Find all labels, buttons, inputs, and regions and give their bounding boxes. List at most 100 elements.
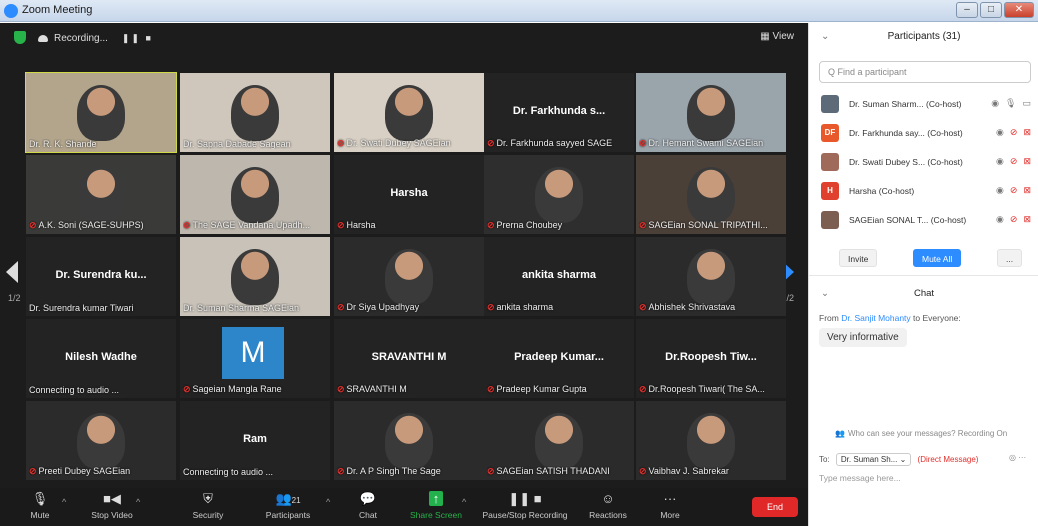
participant-more-button[interactable]: ...: [997, 249, 1023, 267]
mute-all-button[interactable]: Mute All: [913, 249, 962, 267]
close-button[interactable]: ✕: [1004, 2, 1034, 18]
participant-row[interactable]: SAGEian SONAL T... (Co-host) ◉ ⊘ ⊠: [809, 207, 1038, 236]
tile-caption: Dr. R. K. Shande: [29, 139, 173, 149]
participant-actions: Invite Mute All ...: [809, 249, 1038, 269]
collapse-chevron-icon[interactable]: ⌄: [821, 31, 829, 42]
mute-button[interactable]: 🎙 Mute: [10, 491, 70, 520]
reactions-label: Reactions: [589, 510, 627, 520]
tile-caption: ⊘ Dr. Swati Dubey SAGEian: [337, 138, 481, 149]
participants-header: ⌄ Participants (31): [809, 31, 1038, 42]
video-tile[interactable]: ⊘ Preeti Dubey SAGEian: [26, 401, 176, 480]
chat-button[interactable]: 💬 Chat: [338, 491, 398, 520]
participant-status-icons: ◉ ⊘ ⊠: [996, 156, 1031, 167]
video-tile[interactable]: ⊘ Dr. Swati Dubey SAGEian: [334, 73, 484, 152]
chat-collapse-chevron-icon[interactable]: ⌄: [821, 288, 829, 299]
video-camera-icon: ■◀: [103, 491, 121, 506]
maximize-button[interactable]: □: [980, 2, 1002, 18]
tile-name-label: Dr. R. K. Shande: [29, 139, 97, 149]
encryption-shield-icon[interactable]: [14, 31, 26, 44]
video-tile[interactable]: M ⊘ Sageian Mangla Rane: [180, 319, 330, 398]
end-meeting-button[interactable]: End: [752, 497, 798, 517]
tile-caption: ⊘ ankita sharma: [487, 302, 631, 313]
video-tile[interactable]: Ram Connecting to audio ...: [180, 401, 330, 480]
invite-button[interactable]: Invite: [839, 249, 878, 267]
participant-row[interactable]: H Harsha (Co-host) ◉ ⊘ ⊠: [809, 178, 1038, 207]
video-tile[interactable]: SRAVANTHI M ⊘ SRAVANTHI M: [334, 319, 484, 398]
video-tile[interactable]: ⊘ Dr. Hemant Swami SAGEian: [636, 73, 786, 152]
video-tile[interactable]: Nilesh Wadhe Connecting to audio ...: [26, 319, 176, 398]
tile-display-name: Pradeep Kumar...: [514, 351, 604, 363]
window-title: Zoom Meeting: [22, 4, 93, 16]
participant-figure: [77, 85, 125, 141]
video-tile[interactable]: ankita sharma ⊘ ankita sharma: [484, 237, 634, 316]
participants-icon: 👥21: [275, 491, 301, 506]
participant-status-icons: ◉ ⊘ ⊠: [996, 185, 1031, 196]
share-screen-button[interactable]: ↑ Share Screen: [406, 491, 466, 520]
recipient-value: Dr. Suman Sh...: [840, 455, 898, 464]
muted-microphone-icon: ⊘: [1009, 214, 1018, 224]
video-options-caret-icon[interactable]: ^: [136, 497, 140, 507]
pause-stop-recording-button[interactable]: ❚❚ ■ Pause/Stop Recording: [480, 491, 570, 520]
video-tile[interactable]: ⊘ Abhishek Shrivastava: [636, 237, 786, 316]
chat-message-sender: From Dr. Sanjit Mohanty to Everyone:: [819, 313, 961, 323]
chat-message-input[interactable]: Type message here...: [819, 473, 901, 483]
video-tile[interactable]: Dr. Suman Sharma SAGEian: [180, 237, 330, 316]
more-button[interactable]: ··· More: [640, 491, 700, 520]
video-tile[interactable]: ⊘ Dr. A P Singh The Sage: [334, 401, 484, 480]
tile-name-label: Pradeep Kumar Gupta: [496, 384, 587, 394]
video-tile[interactable]: ⊘ A.K. Soni (SAGE-SUHPS): [26, 155, 176, 234]
meeting-toolbar: 🎙 Mute ^ ■◀ Stop Video ^ ⛨ Security 👥21 …: [0, 488, 808, 526]
video-tile[interactable]: Pradeep Kumar... ⊘ Pradeep Kumar Gupta: [484, 319, 634, 398]
stop-video-button[interactable]: ■◀ Stop Video: [82, 491, 142, 520]
previous-page-arrow-icon[interactable]: [6, 261, 18, 283]
share-options-caret-icon[interactable]: ^: [462, 497, 466, 507]
participant-figure: [77, 413, 125, 469]
minimize-button[interactable]: –: [956, 2, 978, 18]
tile-name-label: The SAGE Vandana Upadh...: [192, 220, 310, 230]
participant-row[interactable]: Dr. Swati Dubey S... (Co-host) ◉ ⊘ ⊠: [809, 149, 1038, 178]
video-tile[interactable]: ⊘ Dr Siya Upadhyay: [334, 237, 484, 316]
pause-stop-label: Pause/Stop Recording: [482, 510, 568, 520]
muted-microphone-icon: ⊘: [337, 466, 345, 476]
video-tile[interactable]: ⊘ SAGEian SATISH THADANI: [484, 401, 634, 480]
video-tile[interactable]: ⊘ Vaibhav J. Sabrekar: [636, 401, 786, 480]
video-tile[interactable]: Harsha ⊘ Harsha: [334, 155, 484, 234]
video-tile[interactable]: Dr. Sapna Dabade Sagean: [180, 73, 330, 152]
chat-message: Very informative: [819, 328, 907, 347]
muted-microphone-icon: ⊘: [1009, 185, 1018, 195]
muted-microphone-icon: ⊘: [639, 220, 647, 230]
video-tile[interactable]: ⊘ SAGEian SONAL TRIPATHI...: [636, 155, 786, 234]
participant-figure: [231, 249, 279, 305]
chat-visibility-note[interactable]: 👥 Who can see your messages? Recording On: [835, 429, 1007, 438]
view-button[interactable]: ▦ View: [760, 31, 794, 42]
chat-options-icon[interactable]: ◎ ···: [1009, 453, 1026, 462]
participant-avatar: M: [222, 327, 284, 379]
participants-label: Participants: [265, 510, 311, 520]
video-tile[interactable]: Dr. Farkhunda s... ⊘ Dr. Farkhunda sayyed …: [484, 73, 634, 152]
participant-search-input[interactable]: Q Find a participant: [819, 61, 1031, 83]
reactions-button[interactable]: ☺ Reactions: [578, 491, 638, 520]
video-tile[interactable]: Dr. R. K. Shande: [25, 72, 177, 153]
audio-options-caret-icon[interactable]: ^: [62, 497, 66, 507]
tile-name-label: SRAVANTHI M: [346, 384, 407, 394]
participant-row[interactable]: Dr. Suman Sharm... (Co-host) ◉ 🎙 ▭: [809, 91, 1038, 120]
participants-caret-icon[interactable]: ^: [326, 497, 330, 507]
video-tile[interactable]: ⊘ The SAGE Vandana Upadh...: [180, 155, 330, 234]
participant-row[interactable]: DF Dr. Farkhunda say... (Co-host) ◉ ⊘ ⊠: [809, 120, 1038, 149]
tile-name-label: Connecting to audio ...: [29, 385, 120, 395]
security-button[interactable]: ⛨ Security: [178, 491, 238, 520]
participants-button[interactable]: 👥21 Participants: [258, 491, 318, 520]
direct-message-label: (Direct Message): [917, 455, 979, 464]
video-tile[interactable]: ⊘ Prerna Choubey: [484, 155, 634, 234]
muted-microphone-icon: ⊘: [487, 220, 495, 230]
muted-microphone-icon: ⊘: [183, 220, 191, 230]
microphone-icon: 🎙: [31, 491, 49, 506]
recipient-select[interactable]: Dr. Suman Sh... ⌄: [835, 453, 912, 466]
recording-pause-stop-control[interactable]: ❚❚ ■: [122, 33, 153, 44]
muted-microphone-icon: ⊘: [639, 384, 647, 394]
video-tile[interactable]: Dr. Surendra ku... Dr. Surendra kumar Tiw…: [26, 237, 176, 316]
video-tile[interactable]: Dr.Roopesh Tiw... ⊘ Dr.Roopesh Tiwari( The…: [636, 319, 786, 398]
participant-name: Dr. Swati Dubey S... (Co-host): [849, 157, 963, 167]
tile-caption: ⊘ SRAVANTHI M: [337, 384, 481, 395]
share-status-icon: ◉: [996, 156, 1004, 166]
